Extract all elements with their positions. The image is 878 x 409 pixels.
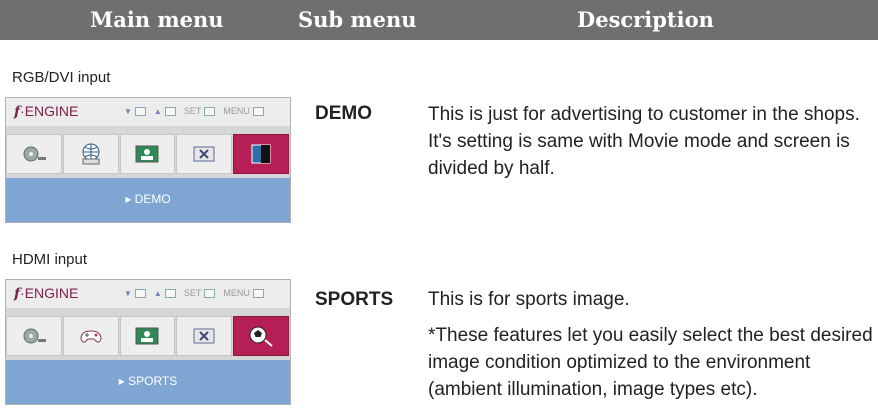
osd-controls: ▼ ▲ SET MENU (124, 288, 264, 298)
picture-icon[interactable] (119, 316, 176, 356)
set-key-icon: SET (184, 106, 216, 116)
menu-key-icon: MENU (223, 106, 264, 116)
term-demo: DEMO (315, 103, 372, 124)
movie-reel-icon[interactable] (6, 134, 62, 174)
movie-reel-icon[interactable] (6, 316, 62, 356)
section-label-hdmi: HDMI input (12, 251, 88, 268)
term-sports: SPORTS (315, 289, 394, 310)
osd-panel-rgb-dvi: f·ENGINE ▼ ▲ SET MENU ▸ DEMO (5, 97, 291, 223)
fengine-logo: f·ENGINE (14, 285, 79, 302)
description-sports: This is for sports image. *These feature… (428, 286, 878, 403)
description-line: This is for sports image. (428, 289, 630, 310)
description-line: It's setting is same with Movie mode and… (428, 131, 850, 152)
gamepad-icon[interactable] (62, 316, 119, 356)
down-arrow-key-icon: ▼ (124, 288, 146, 298)
submenu-item-sports[interactable]: ▸ SPORTS (6, 374, 290, 388)
osd-icon-row (6, 134, 290, 174)
up-arrow-key-icon: ▲ (154, 288, 176, 298)
description-line: This is just for advertising to customer… (428, 104, 860, 125)
menu-key-icon: MENU (223, 288, 264, 298)
close-box-icon[interactable] (176, 134, 233, 174)
demo-half-icon[interactable] (233, 134, 289, 174)
osd-topbar: f·ENGINE ▼ ▲ SET MENU (6, 98, 290, 126)
osd-controls: ▼ ▲ SET MENU (124, 106, 264, 116)
section-label-rgb-dvi: RGB/DVI input (12, 69, 111, 86)
osd-topbar: f·ENGINE ▼ ▲ SET MENU (6, 280, 290, 308)
header-main-menu: Main menu (90, 7, 224, 32)
osd-submenu-bar: ▸ DEMO (6, 178, 290, 222)
set-key-icon: SET (184, 288, 216, 298)
up-arrow-key-icon: ▲ (154, 106, 176, 116)
header-sub-menu: Sub menu (298, 7, 417, 32)
osd-submenu-bar: ▸ SPORTS (6, 360, 290, 404)
fengine-logo: f·ENGINE (14, 103, 79, 120)
osd-icon-row (6, 316, 290, 356)
down-arrow-key-icon: ▼ (124, 106, 146, 116)
description-demo: This is just for advertising to customer… (428, 101, 878, 182)
globe-www-icon[interactable] (62, 134, 119, 174)
table-header: Main menu Sub menu Description (0, 0, 878, 40)
description-line: (ambient illumination, image types etc). (428, 379, 758, 400)
description-line: *These features let you easily select th… (428, 325, 873, 346)
osd-panel-hdmi: f·ENGINE ▼ ▲ SET MENU ▸ SPORTS (5, 279, 291, 405)
header-description: Description (577, 7, 714, 32)
description-line: image condition optimized to the environ… (428, 352, 811, 373)
submenu-item-demo[interactable]: ▸ DEMO (6, 192, 290, 206)
picture-icon[interactable] (119, 134, 176, 174)
description-line: divided by half. (428, 158, 555, 179)
sports-ball-icon[interactable] (233, 316, 289, 356)
close-box-icon[interactable] (176, 316, 233, 356)
